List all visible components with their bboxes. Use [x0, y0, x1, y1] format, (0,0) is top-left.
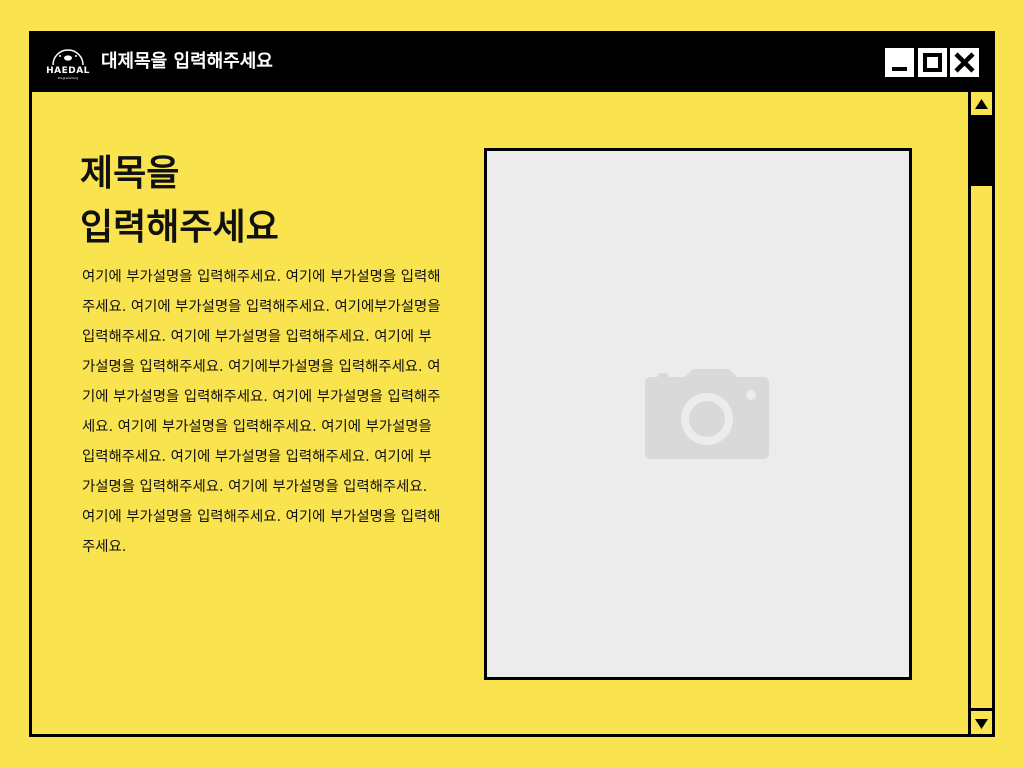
scroll-down-button[interactable] — [971, 708, 992, 734]
logo-emblem-icon — [52, 49, 84, 66]
haedal-logo: HAEDAL Programming — [46, 46, 90, 82]
app-window: HAEDAL Programming 대제목을 입력해주세요 제목을 입력해주세… — [29, 31, 995, 737]
triangle-down-icon — [975, 719, 988, 729]
close-button[interactable] — [950, 48, 979, 77]
vertical-scrollbar[interactable] — [968, 92, 992, 734]
scroll-track[interactable] — [971, 186, 992, 708]
logo-subtitle: Programming — [57, 76, 79, 80]
heading-line-1: 제목을 — [80, 153, 180, 194]
scroll-thumb[interactable] — [971, 118, 992, 186]
page-heading: 제목을 입력해주세요 — [80, 147, 440, 255]
scroll-up-button[interactable] — [971, 92, 992, 118]
camera-icon — [645, 369, 769, 459]
main-content: 제목을 입력해주세요 여기에 부가설명을 입력해주세요. 여기에 부가설명을 입… — [32, 92, 968, 734]
maximize-button[interactable] — [918, 48, 947, 77]
description-text: 여기에 부가설명을 입력해주세요. 여기에 부가설명을 입력해주세요. 여기에 … — [82, 269, 441, 555]
maximize-icon — [923, 53, 942, 72]
image-placeholder[interactable] — [484, 148, 912, 680]
heading-line-2: 입력해주세요 — [80, 207, 279, 248]
window-title: 대제목을 입력해주세요 — [101, 51, 273, 72]
close-icon — [954, 52, 975, 73]
minimize-icon — [892, 67, 907, 71]
title-bar[interactable]: HAEDAL Programming 대제목을 입력해주세요 — [32, 34, 992, 92]
logo-name: HAEDAL — [46, 66, 90, 76]
minimize-button[interactable] — [885, 48, 914, 77]
triangle-up-icon — [975, 99, 988, 109]
